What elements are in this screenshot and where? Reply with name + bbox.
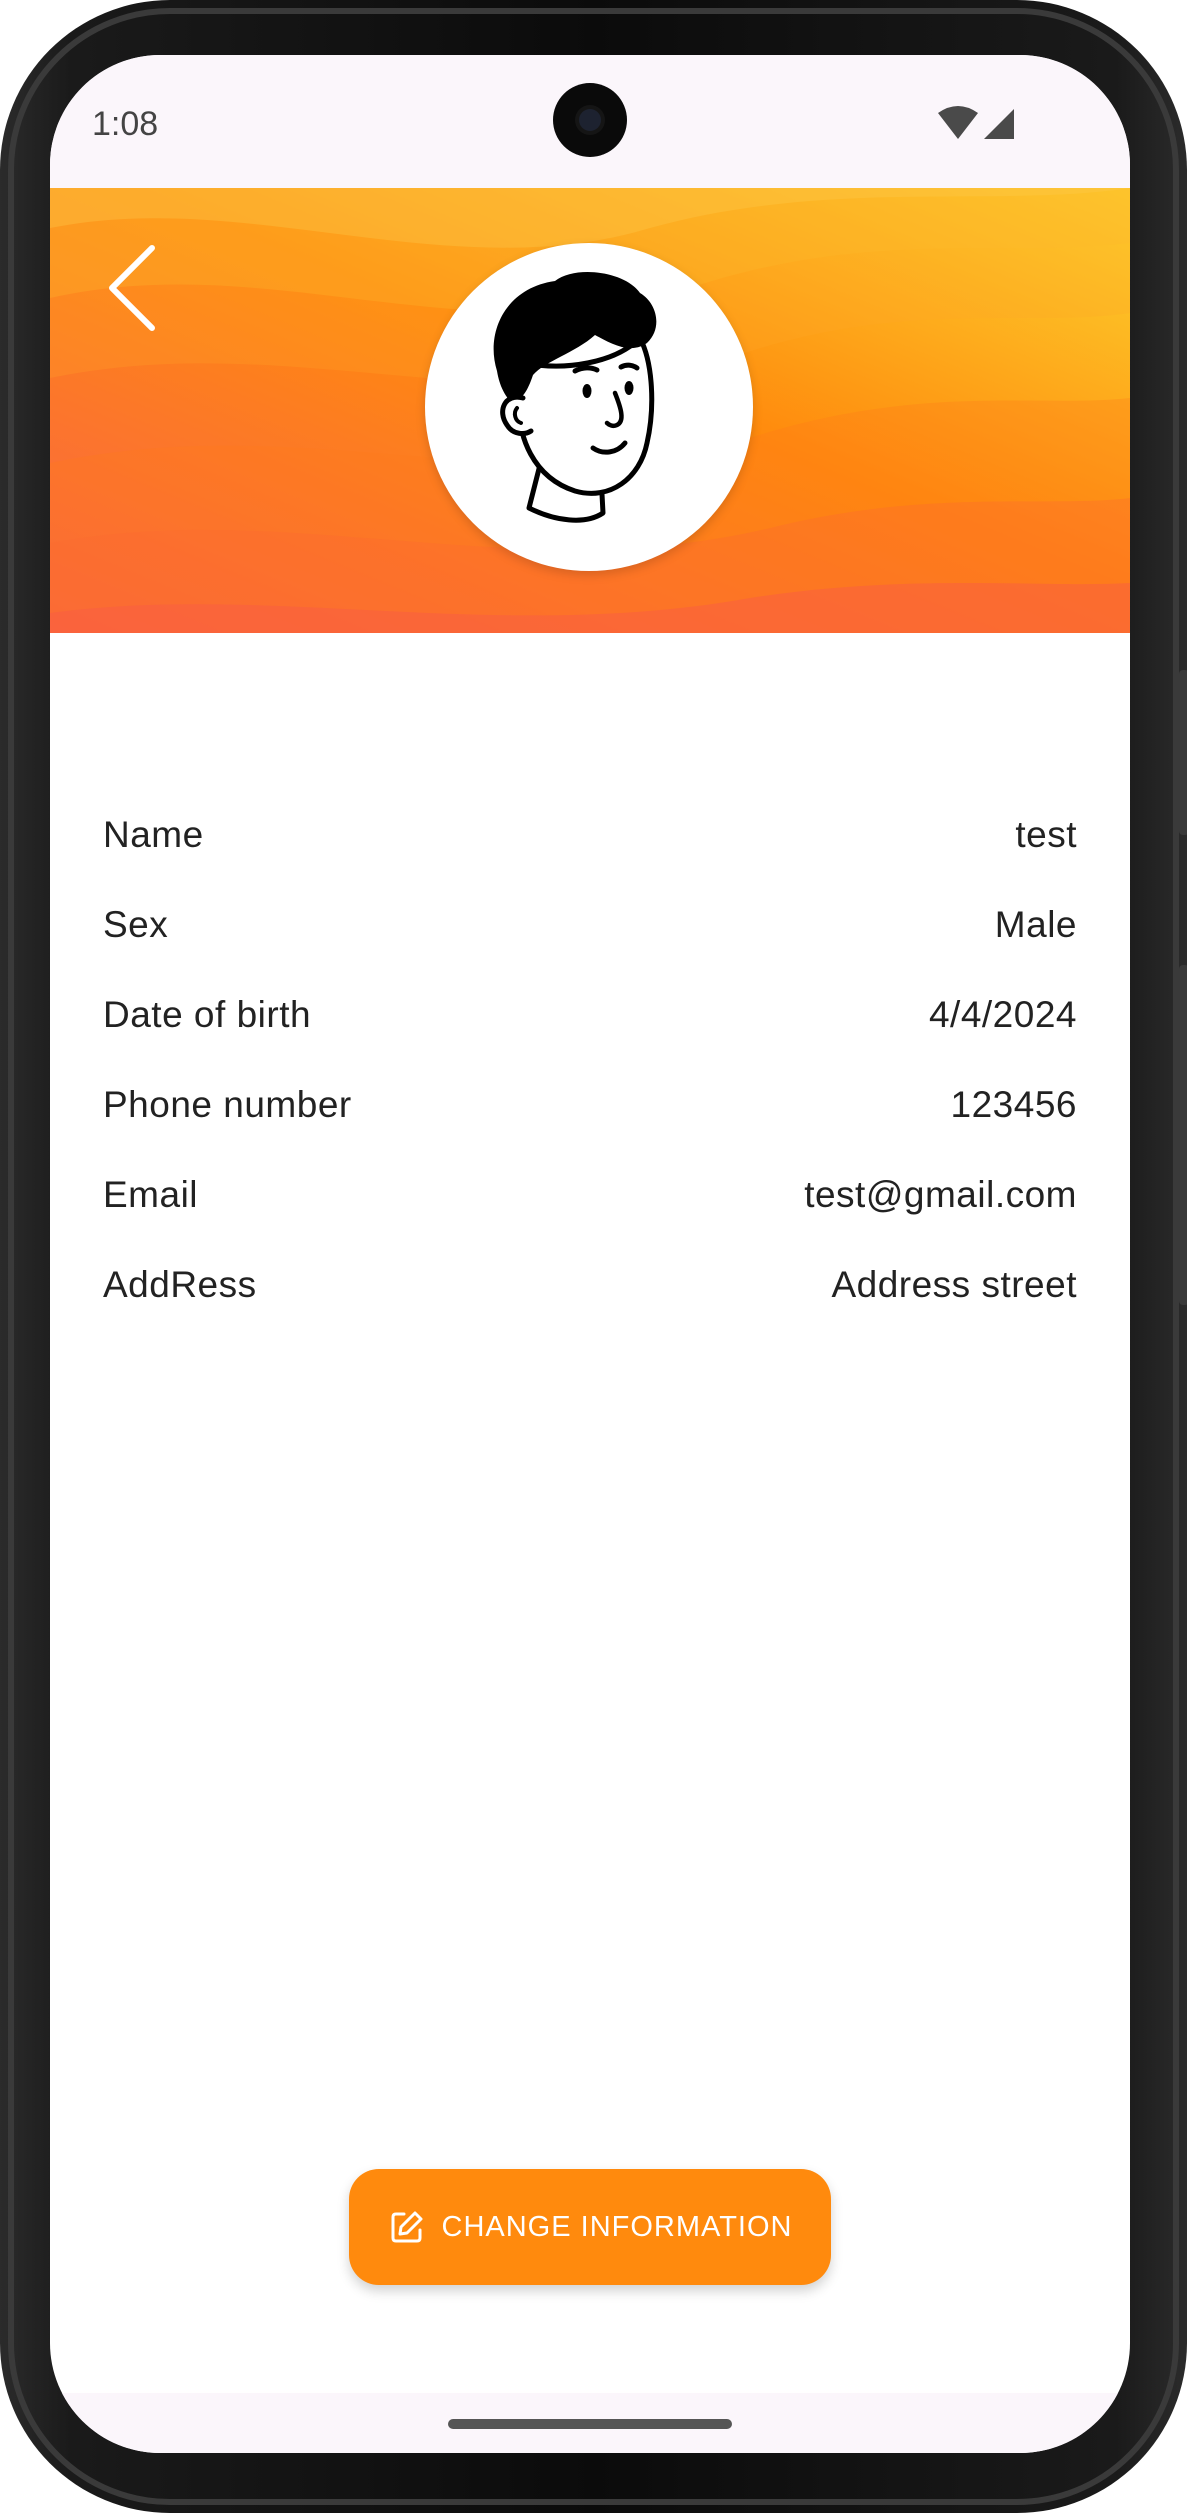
phone-frame: 1:08 Name test Sex Male Date of birth 4/… xyxy=(0,0,1187,2513)
front-camera xyxy=(553,83,627,157)
change-information-button[interactable]: CHANGE INFORMATION xyxy=(349,2169,831,2285)
wifi-icon xyxy=(938,106,978,139)
back-button[interactable] xyxy=(100,238,170,338)
gesture-nav-area xyxy=(50,2393,1130,2453)
sex-value: Male xyxy=(994,904,1077,945)
info-row-date-of-birth: Date of birth 4/4/2024 xyxy=(103,970,1077,1060)
address-value: Address street xyxy=(831,1264,1077,1305)
address-label: AddRess xyxy=(103,1264,257,1305)
profile-info-list: Name test Sex Male Date of birth 4/4/202… xyxy=(103,790,1077,1330)
info-row-name: Name test xyxy=(103,790,1077,880)
home-indicator[interactable] xyxy=(448,2419,732,2429)
chevron-left-icon xyxy=(109,245,155,331)
sex-label: Sex xyxy=(103,904,169,945)
name-value: test xyxy=(1015,814,1077,855)
status-time: 1:08 xyxy=(92,105,159,143)
info-row-sex: Sex Male xyxy=(103,880,1077,970)
cellular-signal-icon xyxy=(984,109,1014,139)
profile-header xyxy=(50,188,1130,633)
email-value: test@gmail.com xyxy=(804,1174,1077,1215)
volume-button xyxy=(1179,965,1187,1305)
date-of-birth-value: 4/4/2024 xyxy=(928,994,1077,1035)
power-button xyxy=(1179,670,1187,835)
info-row-phone: Phone number 123456 xyxy=(103,1060,1077,1150)
email-label: Email xyxy=(103,1174,199,1215)
info-row-email: Email test@gmail.com xyxy=(103,1150,1077,1240)
phone-value: 123456 xyxy=(950,1084,1077,1125)
info-row-address: AddRess Address street xyxy=(103,1240,1077,1330)
name-label: Name xyxy=(103,814,204,855)
cartoon-face-avatar xyxy=(493,271,657,523)
status-bar: 1:08 xyxy=(50,55,1130,188)
edit-icon xyxy=(391,2211,423,2243)
avatar xyxy=(425,243,753,571)
date-of-birth-label: Date of birth xyxy=(103,994,312,1035)
status-icons xyxy=(938,105,1018,145)
screen: 1:08 Name test Sex Male Date of birth 4/… xyxy=(50,55,1130,2453)
phone-label: Phone number xyxy=(103,1084,352,1125)
change-information-label: CHANGE INFORMATION xyxy=(441,2210,793,2243)
